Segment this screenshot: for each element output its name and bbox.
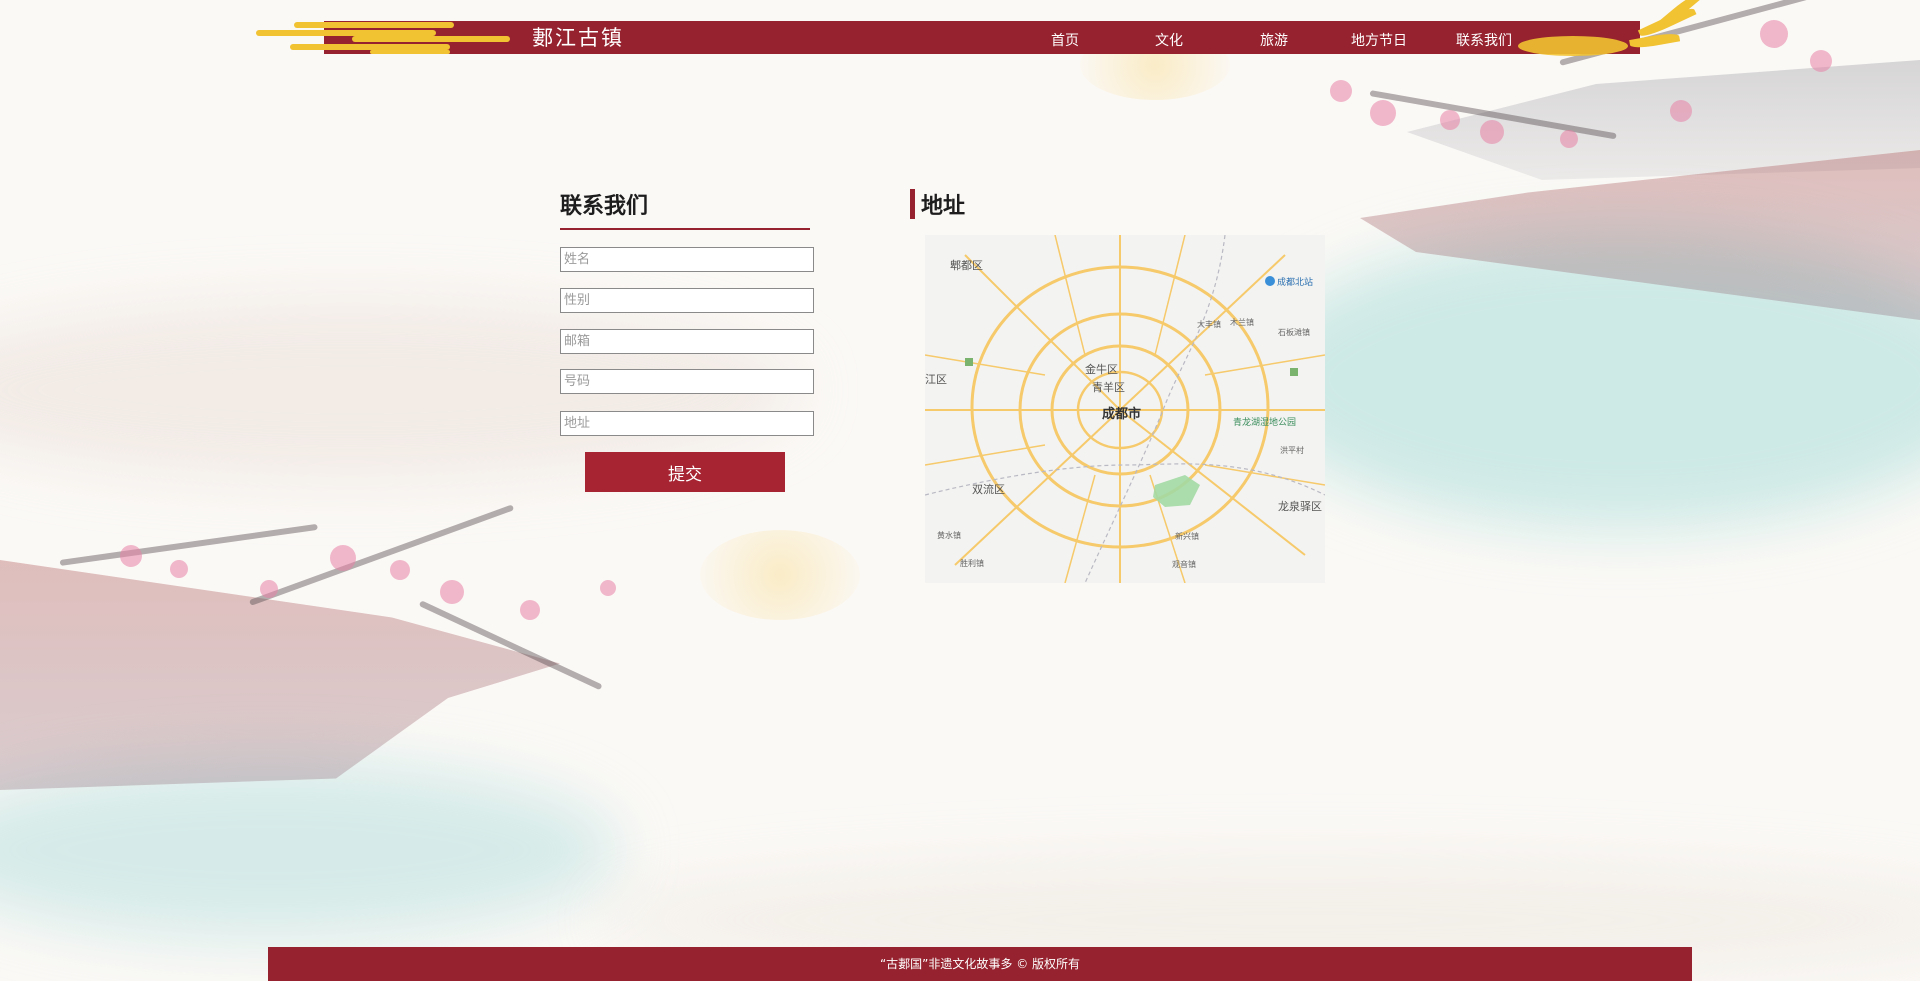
name-field[interactable] (560, 247, 814, 272)
map-label-wenjiang: 江区 (925, 373, 947, 386)
blossom (1670, 100, 1692, 122)
map-label-shibantan: 石板滩镇 (1278, 328, 1310, 337)
contact-title: 联系我们 (560, 193, 649, 219)
blossom (120, 545, 142, 567)
map-label-dafeng: 大丰镇 (1197, 320, 1221, 329)
map[interactable]: 郫都区 成都北站 大丰镇 木兰镇 石板滩镇 金牛区 江区 青羊区 成都市 青龙湖… (925, 235, 1325, 583)
blossom (600, 580, 616, 596)
map-label-hongping: 洪平村 (1280, 446, 1304, 455)
footer: “古郪国”非遗文化故事多 © 版权所有 (268, 947, 1692, 981)
blossom (260, 580, 278, 598)
blossom (1330, 80, 1352, 102)
blossom (1560, 130, 1578, 148)
address-title: 地址 (921, 193, 966, 219)
map-label-pidu: 郫都区 (950, 259, 983, 272)
map-label-huangshui: 黄水镇 (937, 531, 961, 540)
map-label-north-station: 成都北站 (1277, 278, 1314, 288)
email-field[interactable] (560, 329, 814, 354)
title-underline (560, 228, 810, 230)
map-label-city: 成都市 (1102, 407, 1142, 422)
blossom (1760, 20, 1788, 48)
branch (59, 523, 318, 566)
blossom (440, 580, 464, 604)
nav-item-home[interactable]: 首页 (1015, 28, 1115, 54)
address-field[interactable] (560, 411, 814, 436)
map-label-shuangliu: 双流区 (972, 483, 1005, 496)
nav-item-culture[interactable]: 文化 (1119, 28, 1219, 54)
nav-item-festivals[interactable]: 地方节日 (1329, 28, 1429, 54)
nav-item-contact[interactable]: 联系我们 (1434, 28, 1534, 54)
blossom (1440, 110, 1460, 130)
blossom (390, 560, 410, 580)
blossom (1810, 50, 1832, 72)
mist-bottom-left (0, 760, 620, 940)
map-label-mulan: 木兰镇 (1230, 318, 1254, 327)
phone-field[interactable] (560, 369, 814, 394)
sun-glow (700, 530, 860, 620)
map-label-xinxing: 新兴镇 (1175, 532, 1199, 541)
map-label-jinniu: 金牛区 (1085, 363, 1118, 376)
gender-field[interactable] (560, 288, 814, 313)
nav-item-travel[interactable]: 旅游 (1224, 28, 1324, 54)
map-label-guanyin: 观音镇 (1172, 560, 1196, 569)
blossom (1370, 100, 1396, 126)
map-label-qinglonghu: 青龙湖湿地公园 (1233, 418, 1297, 428)
blossom (520, 600, 540, 620)
map-label-shengli: 胜利镇 (960, 559, 984, 568)
gold-cloud-icon (1518, 36, 1628, 56)
map-label-longquanyi: 龙泉驿区 (1278, 500, 1322, 513)
address-title-marker (910, 189, 915, 219)
blossom (170, 560, 188, 578)
submit-button[interactable]: 提交 (585, 452, 785, 492)
blossom (1480, 120, 1504, 144)
site-logo[interactable]: 郪江古镇 (532, 25, 624, 51)
blossom (330, 545, 356, 571)
branch (248, 504, 515, 606)
map-label-qingyang: 青羊区 (1092, 381, 1125, 394)
